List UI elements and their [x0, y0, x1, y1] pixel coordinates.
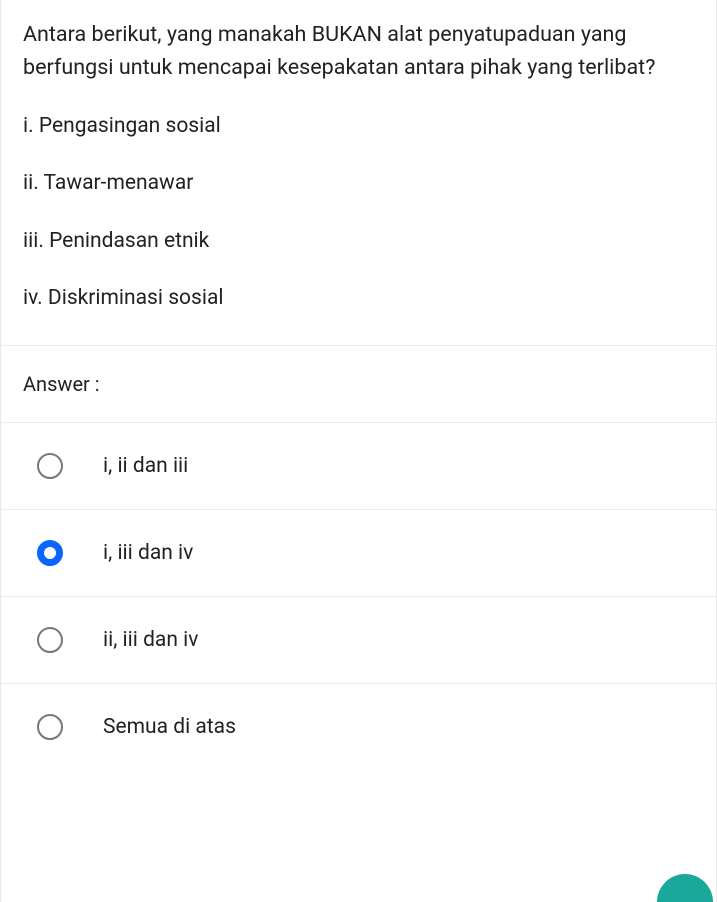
radio-icon [37, 627, 63, 653]
radio-icon [37, 453, 63, 479]
option-label: i, ii dan iii [103, 454, 188, 478]
option-label: ii, iii dan iv [103, 628, 198, 652]
option-1[interactable]: i, ii dan iii [1, 423, 716, 510]
question-items: i. Pengasingan sosial ii. Tawar-menawar … [23, 111, 694, 315]
question-item: ii. Tawar-menawar [23, 168, 694, 200]
answer-label: Answer : [1, 345, 716, 422]
option-2[interactable]: i, iii dan iv [1, 510, 716, 597]
option-3[interactable]: ii, iii dan iv [1, 597, 716, 684]
radio-icon [37, 714, 63, 740]
question-item: iv. Diskriminasi sosial [23, 283, 694, 315]
question-section: Antara berikut, yang manakah BUKAN alat … [1, 0, 716, 345]
question-prompt: Antara berikut, yang manakah BUKAN alat … [23, 18, 694, 85]
radio-icon [37, 540, 63, 566]
option-label: Semua di atas [103, 715, 236, 739]
options-list: i, ii dan iii i, iii dan iv ii, iii dan … [1, 422, 716, 770]
question-item: i. Pengasingan sosial [23, 111, 694, 143]
option-label: i, iii dan iv [103, 541, 193, 565]
question-card: Antara berikut, yang manakah BUKAN alat … [0, 0, 717, 902]
option-4[interactable]: Semua di atas [1, 684, 716, 770]
question-item: iii. Penindasan etnik [23, 226, 694, 258]
